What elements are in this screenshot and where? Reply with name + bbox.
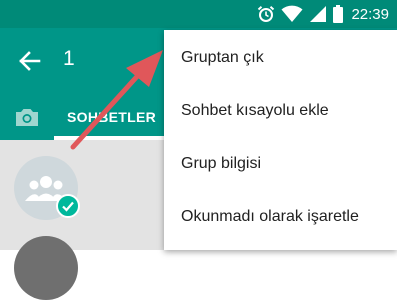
check-icon	[62, 201, 74, 212]
tab-camera[interactable]	[14, 105, 40, 129]
signal-icon	[310, 6, 327, 22]
menu-item-add-chat-shortcut[interactable]: Sohbet kısayolu ekle	[164, 85, 397, 137]
menu-item-group-info[interactable]: Grup bilgisi	[164, 138, 397, 190]
back-button[interactable]	[12, 46, 46, 76]
selected-count: 1	[63, 47, 75, 70]
status-bar: 22:39	[0, 0, 397, 28]
wifi-icon	[281, 5, 303, 22]
menu-item-mark-unread[interactable]: Okunmadı olarak işaretle	[164, 191, 397, 243]
alarm-icon	[258, 6, 275, 22]
overflow-menu: Gruptan çık Sohbet kısayolu ekle Grup bi…	[164, 30, 397, 250]
arrow-left-icon	[19, 51, 41, 71]
next-chat-avatar[interactable]	[14, 236, 78, 300]
status-time: 22:39	[351, 5, 389, 23]
battery-icon	[333, 5, 344, 23]
tab-chats[interactable]: SOHBETLER	[67, 109, 156, 125]
selected-badge	[56, 194, 80, 218]
menu-item-leave-group[interactable]: Gruptan çık	[164, 32, 397, 84]
camera-icon	[16, 109, 38, 126]
status-icons: 22:39	[257, 4, 389, 24]
